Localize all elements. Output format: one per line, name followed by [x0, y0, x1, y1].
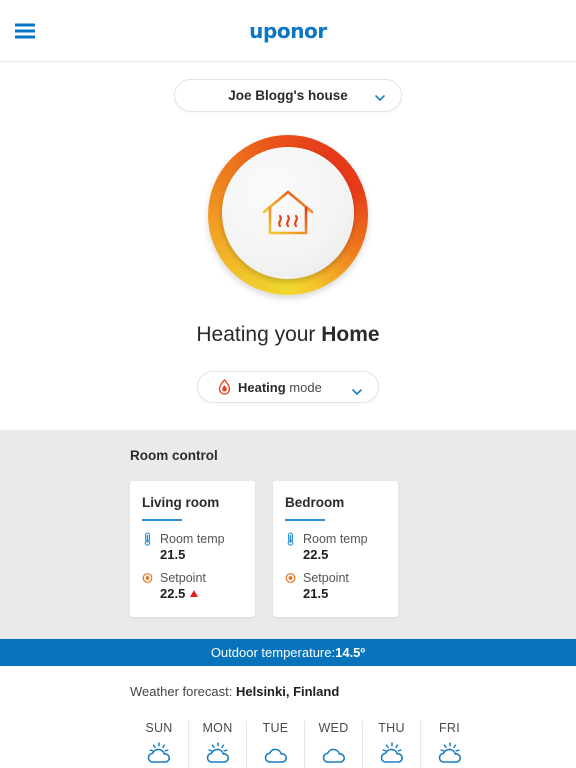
weather-forecast-label: Weather forecast: — [130, 684, 236, 699]
weather-day[interactable]: SUN — [130, 721, 188, 768]
chevron-down-icon — [352, 384, 362, 395]
thermometer-icon — [142, 532, 153, 546]
room-metric-label: Room temp — [303, 532, 368, 546]
sun-behind-cloud-icon — [363, 742, 420, 764]
hamburger-bar — [15, 35, 35, 38]
room-metric-label: Setpoint — [303, 571, 349, 585]
room-card-underline — [285, 519, 325, 521]
room-metric-value-row: 22.5 — [303, 547, 386, 562]
sun-behind-cloud-icon — [130, 742, 188, 764]
room-card-list: Living room Room temp 21.5 Setpoint 22.5 Bedr… — [130, 481, 556, 617]
page-title-emphasis: Home — [321, 323, 380, 346]
setpoint-target-icon — [142, 571, 153, 585]
thermostat-dial[interactable] — [208, 135, 368, 295]
room-metric: Room temp 21.5 — [142, 532, 243, 562]
weather-day-name: THU — [378, 721, 405, 735]
uponor-logo: uponor — [249, 18, 327, 43]
room-card-name: Bedroom — [285, 495, 345, 510]
room-control-title: Room control — [130, 448, 218, 463]
room-metric-head: Room temp — [285, 532, 386, 546]
room-metric-value: 21.5 — [160, 547, 186, 562]
room-metric: Room temp 22.5 — [285, 532, 386, 562]
mode-selector-container: Heating mode — [0, 371, 576, 403]
mode-selector-suffix: mode — [285, 379, 322, 395]
room-metric-value-row: 22.5 — [160, 586, 243, 601]
chevron-down-icon — [375, 93, 385, 102]
weather-day[interactable]: WED — [304, 721, 362, 768]
page-title: Heating your Home — [0, 323, 576, 347]
weather-forecast-section: Weather forecast: Helsinki, Finland SUN M… — [0, 666, 576, 768]
flame-icon — [218, 379, 231, 395]
mode-selector[interactable]: Heating mode — [197, 371, 379, 403]
mode-selector-emphasis: Heating — [238, 379, 286, 395]
room-metric-value: 22.5 — [160, 586, 186, 601]
trend-up-icon — [190, 590, 199, 597]
room-metric-value-row: 21.5 — [303, 586, 386, 601]
room-metric-value: 21.5 — [303, 586, 329, 601]
room-card[interactable]: Living room Room temp 21.5 Setpoint 22.5 — [130, 481, 255, 617]
room-card[interactable]: Bedroom Room temp 22.5 Setpoint 21.5 — [273, 481, 398, 617]
room-metric-value: 22.5 — [303, 547, 329, 562]
cloud-icon — [305, 742, 362, 764]
hamburger-menu-icon[interactable] — [15, 23, 35, 38]
room-metric-head: Setpoint — [285, 571, 386, 585]
weather-forecast-location: Helsinki, Finland — [235, 684, 340, 699]
room-card-underline — [142, 519, 182, 521]
page-title-prefix: Heating your — [196, 323, 322, 346]
room-metric-head: Room temp — [142, 532, 243, 546]
outdoor-temperature-value: 14.5º — [335, 645, 366, 660]
weather-day-name: TUE — [262, 721, 289, 735]
room-control-section: Room control Living room Room temp 21.5 Set… — [0, 430, 576, 639]
room-metric: Setpoint 21.5 — [285, 571, 386, 601]
weather-day[interactable]: FRI — [420, 721, 478, 768]
hamburger-bar — [15, 23, 35, 26]
hamburger-bar — [15, 29, 35, 32]
outdoor-temperature-bar: Outdoor temperature: 14.5º — [0, 639, 576, 666]
weather-day-name: MON — [202, 721, 233, 735]
weather-day-name: WED — [318, 721, 349, 735]
room-metric-label: Room temp — [160, 532, 225, 546]
sun-behind-cloud-icon — [189, 742, 246, 764]
app-header: uponor — [0, 0, 576, 62]
room-metric-value-row: 21.5 — [160, 547, 243, 562]
house-heating-icon — [260, 188, 316, 238]
room-metric-head: Setpoint — [142, 571, 243, 585]
room-control-inner: Room control Living room Room temp 21.5 Set… — [0, 448, 576, 617]
weather-day-name: FRI — [438, 721, 461, 735]
thermostat-dial-face[interactable] — [222, 147, 354, 279]
thermostat-dial-container — [0, 112, 576, 295]
weather-day[interactable]: MON — [188, 721, 246, 768]
sun-behind-cloud-icon — [421, 742, 478, 764]
weather-day[interactable]: TUE — [246, 721, 304, 768]
weather-forecast-title: Weather forecast: Helsinki, Finland — [130, 684, 556, 699]
house-selector-container: Joe Blogg's house — [0, 62, 576, 112]
thermometer-icon — [285, 532, 296, 546]
weather-day[interactable]: THU — [362, 721, 420, 768]
room-card-name: Living room — [142, 495, 220, 510]
app-root: uponor Joe Blogg's house Heating your Ho… — [0, 0, 576, 768]
setpoint-target-icon — [285, 571, 296, 585]
weather-day-list: SUN MON TUE WED THU FRI — [130, 721, 556, 768]
room-metric: Setpoint 22.5 — [142, 571, 243, 601]
cloud-icon — [247, 742, 304, 764]
house-selector-label: Joe Blogg's house — [228, 88, 348, 103]
room-metric-label: Setpoint — [160, 571, 206, 585]
house-selector[interactable]: Joe Blogg's house — [174, 79, 402, 112]
weather-day-name: SUN — [145, 721, 173, 735]
outdoor-temperature-label: Outdoor temperature: — [210, 645, 336, 660]
mode-selector-label: Heating mode — [238, 380, 322, 395]
